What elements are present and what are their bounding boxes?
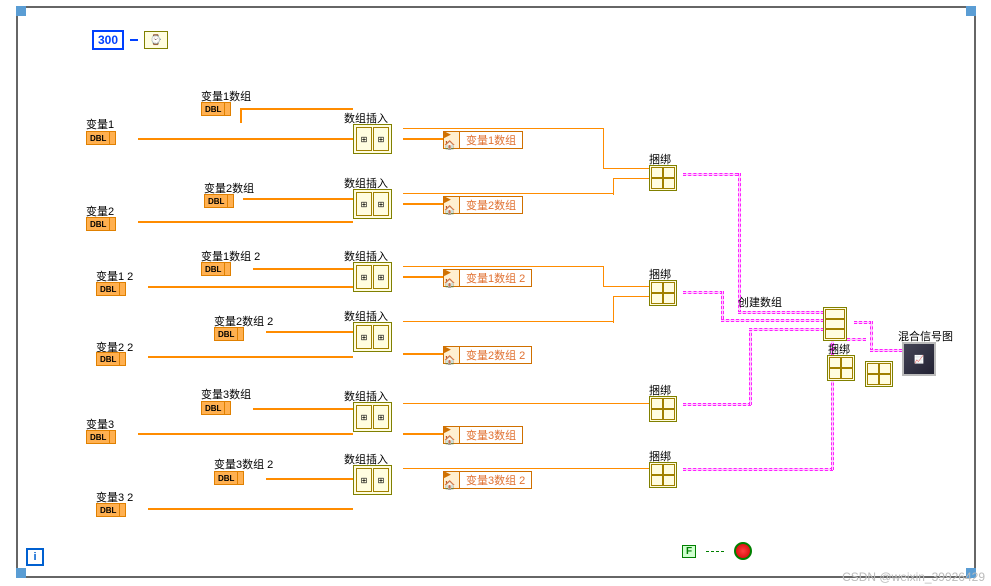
local-variable[interactable]: ▶🏠变量2数组 2 [443, 346, 532, 364]
bundle-node[interactable] [649, 165, 677, 191]
labview-block-diagram: 300 ⌚ [0, 0, 991, 586]
while-loop: 300 ⌚ [16, 6, 976, 578]
local-variable[interactable]: ▶🏠变量1数组 [443, 131, 523, 149]
local-variable[interactable]: ▶🏠变量1数组 2 [443, 269, 532, 287]
numeric-constant[interactable]: 300 [92, 30, 124, 50]
dbl-array-terminal[interactable]: DBL [201, 102, 231, 116]
array-insert-node[interactable]: ⊞⊞ [353, 262, 392, 292]
mixed-signal-graph-terminal[interactable]: 📈 [902, 342, 936, 376]
bundle-node[interactable] [649, 280, 677, 306]
terminal-label: 变量1 [86, 116, 114, 132]
node-label: 创建数组 [738, 294, 782, 310]
bundle-node[interactable] [649, 462, 677, 488]
loop-corner [16, 6, 26, 16]
bundle-node[interactable] [827, 355, 855, 381]
local-variable[interactable]: ▶🏠变量3数组 2 [443, 471, 532, 489]
dbl-terminal[interactable]: DBL [96, 282, 126, 296]
loop-corner [966, 6, 976, 16]
dbl-array-terminal[interactable]: DBL [201, 262, 231, 276]
terminal-label: 变量3数组 2 [214, 456, 273, 472]
wait-timer-icon: ⌚ [144, 31, 168, 49]
local-variable[interactable]: ▶🏠变量3数组 [443, 426, 523, 444]
watermark: CSDN @weixin_39926429 [842, 570, 985, 584]
build-array-node[interactable] [823, 307, 847, 341]
dbl-terminal[interactable]: DBL [96, 503, 126, 517]
boolean-false-constant[interactable]: F [682, 545, 696, 558]
local-variable[interactable]: ▶🏠变量2数组 [443, 196, 523, 214]
array-insert-node[interactable]: ⊞⊞ [353, 322, 392, 352]
dbl-array-terminal[interactable]: DBL [214, 327, 244, 341]
bundle-node[interactable] [649, 396, 677, 422]
array-insert-node[interactable]: ⊞⊞ [353, 465, 392, 495]
bundle-node[interactable] [865, 361, 893, 387]
dbl-terminal[interactable]: DBL [96, 352, 126, 366]
iteration-terminal[interactable]: i [26, 548, 44, 566]
dbl-array-terminal[interactable]: DBL [214, 471, 244, 485]
dbl-array-terminal[interactable]: DBL [204, 194, 234, 208]
array-insert-node[interactable]: ⊞⊞ [353, 189, 392, 219]
loop-corner [16, 568, 26, 578]
terminal-label: 变量3数组 [201, 386, 251, 402]
loop-stop-condition[interactable]: F [682, 542, 752, 560]
array-insert-node[interactable]: ⊞⊞ [353, 402, 392, 432]
array-insert-node[interactable]: ⊞⊞ [353, 124, 392, 154]
stop-button-icon[interactable] [734, 542, 752, 560]
dbl-terminal[interactable]: DBL [86, 430, 116, 444]
dbl-terminal[interactable]: DBL [86, 131, 116, 145]
dbl-terminal[interactable]: DBL [86, 217, 116, 231]
wait-ms[interactable]: 300 ⌚ [92, 30, 168, 50]
dbl-array-terminal[interactable]: DBL [201, 401, 231, 415]
